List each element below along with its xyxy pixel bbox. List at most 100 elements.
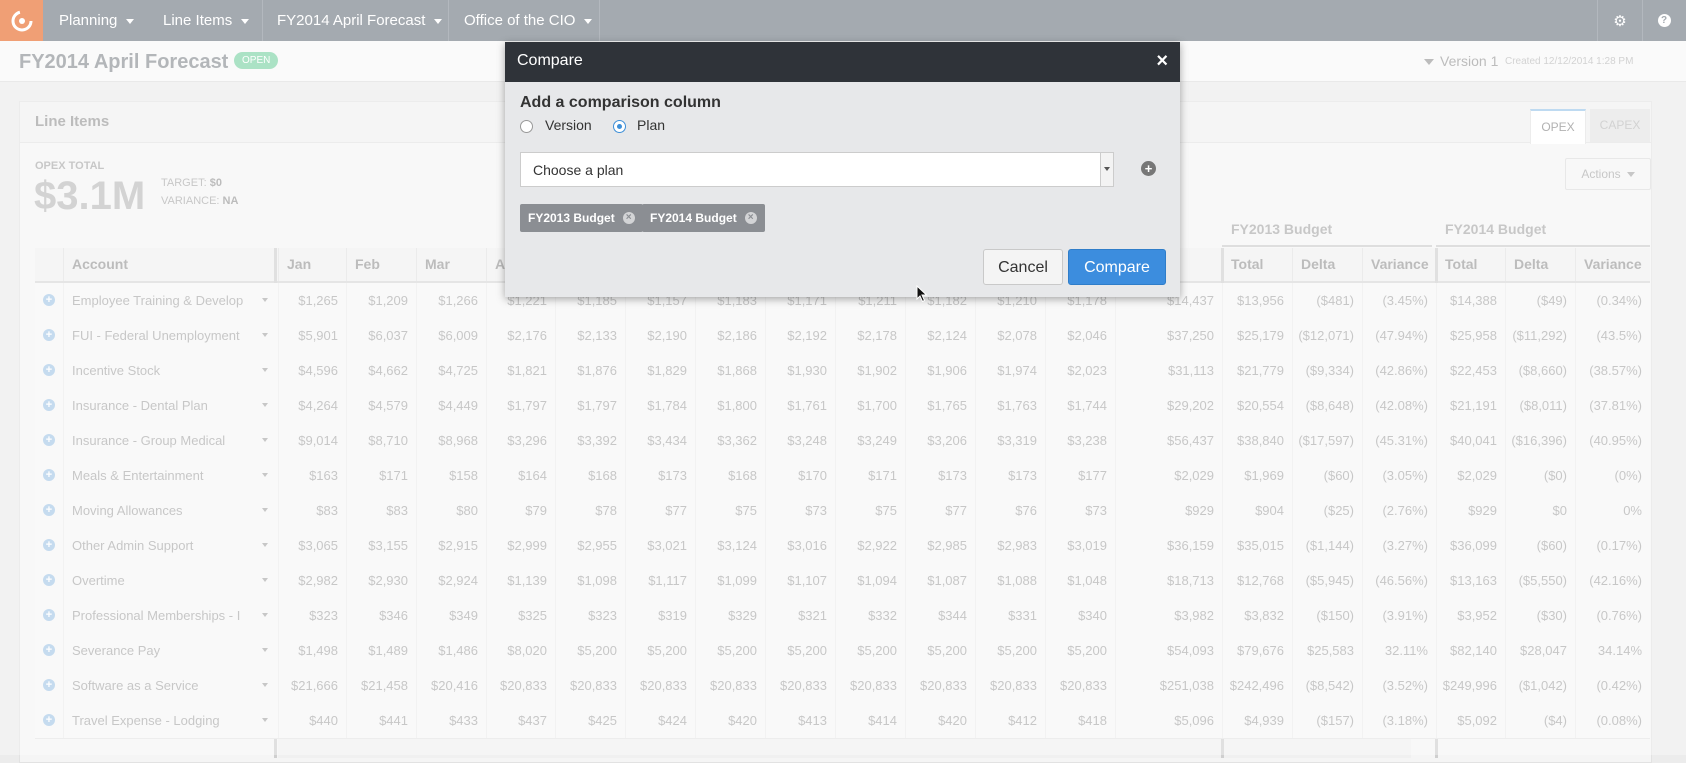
column-header[interactable]: Jan bbox=[278, 248, 346, 281]
expand-row-icon[interactable]: + bbox=[43, 469, 55, 481]
value-cell[interactable]: $349 bbox=[416, 598, 486, 633]
value-cell[interactable]: $1,797 bbox=[555, 388, 625, 423]
nav-planning[interactable]: Planning bbox=[59, 0, 135, 41]
value-cell[interactable]: $2,133 bbox=[555, 318, 625, 353]
expand-row-icon[interactable]: + bbox=[43, 434, 55, 446]
value-cell[interactable]: $2,023 bbox=[1045, 353, 1115, 388]
value-cell[interactable]: $2,124 bbox=[905, 318, 975, 353]
column-header[interactable]: Variance bbox=[1575, 248, 1650, 281]
value-cell[interactable]: $1,876 bbox=[555, 353, 625, 388]
value-cell[interactable]: $3,065 bbox=[278, 528, 346, 563]
value-cell[interactable]: $1,486 bbox=[416, 633, 486, 668]
value-cell[interactable]: $4,596 bbox=[278, 353, 346, 388]
value-cell[interactable]: $344 bbox=[905, 598, 975, 633]
plan-select[interactable]: Choose a plan bbox=[520, 152, 1114, 187]
value-cell[interactable]: $1,906 bbox=[905, 353, 975, 388]
value-cell[interactable]: $20,833 bbox=[975, 668, 1045, 703]
value-cell[interactable]: $5,200 bbox=[1045, 633, 1115, 668]
remove-chip-icon[interactable]: × bbox=[744, 212, 757, 224]
expand-row-icon[interactable]: + bbox=[43, 714, 55, 726]
column-header[interactable]: Variance bbox=[1362, 248, 1436, 281]
table-row[interactable]: + FUI - Federal Unemployment $5,901 $6,037 $… bbox=[35, 318, 1650, 354]
value-cell[interactable]: $2,176 bbox=[486, 318, 555, 353]
value-cell[interactable]: $3,319 bbox=[975, 423, 1045, 458]
value-cell[interactable]: $1,489 bbox=[346, 633, 416, 668]
expand-row-icon[interactable]: + bbox=[43, 504, 55, 516]
value-cell[interactable]: $9,014 bbox=[278, 423, 346, 458]
value-cell[interactable]: $3,392 bbox=[555, 423, 625, 458]
value-cell[interactable]: $5,200 bbox=[695, 633, 765, 668]
value-cell[interactable]: $1,266 bbox=[416, 283, 486, 318]
expand-row-icon[interactable]: + bbox=[43, 364, 55, 376]
value-cell[interactable]: $4,725 bbox=[416, 353, 486, 388]
account-cell[interactable]: Incentive Stock bbox=[63, 353, 278, 388]
value-cell[interactable]: $5,200 bbox=[975, 633, 1045, 668]
value-cell[interactable]: $3,362 bbox=[695, 423, 765, 458]
value-cell[interactable]: $177 bbox=[1045, 458, 1115, 493]
column-header[interactable]: Total bbox=[1222, 248, 1292, 281]
value-cell[interactable]: $76 bbox=[975, 493, 1045, 528]
account-cell[interactable]: Other Admin Support bbox=[63, 528, 278, 563]
gear-icon[interactable]: ⚙ bbox=[1598, 0, 1642, 41]
value-cell[interactable]: $83 bbox=[346, 493, 416, 528]
value-cell[interactable]: $5,200 bbox=[835, 633, 905, 668]
value-cell[interactable]: $418 bbox=[1045, 703, 1115, 738]
value-cell[interactable]: $20,416 bbox=[416, 668, 486, 703]
value-cell[interactable]: $3,249 bbox=[835, 423, 905, 458]
expand-row-icon[interactable]: + bbox=[43, 539, 55, 551]
value-cell[interactable]: $433 bbox=[416, 703, 486, 738]
value-cell[interactable]: $2,930 bbox=[346, 563, 416, 598]
value-cell[interactable]: $5,901 bbox=[278, 318, 346, 353]
value-cell[interactable]: $425 bbox=[555, 703, 625, 738]
value-cell[interactable]: $20,833 bbox=[765, 668, 835, 703]
table-row[interactable]: + Travel Expense - Lodging $440 $441 $433 $43… bbox=[35, 703, 1650, 739]
value-cell[interactable]: $1,974 bbox=[975, 353, 1045, 388]
tab-capex[interactable]: CAPEX bbox=[1590, 109, 1650, 142]
column-header[interactable]: Delta bbox=[1505, 248, 1575, 281]
value-cell[interactable]: $83 bbox=[278, 493, 346, 528]
value-cell[interactable]: $5,200 bbox=[905, 633, 975, 668]
value-cell[interactable]: $1,800 bbox=[695, 388, 765, 423]
value-cell[interactable]: $2,922 bbox=[835, 528, 905, 563]
value-cell[interactable]: $8,710 bbox=[346, 423, 416, 458]
value-cell[interactable]: $8,020 bbox=[486, 633, 555, 668]
compare-button[interactable]: Compare bbox=[1068, 249, 1166, 285]
value-cell[interactable]: $20,833 bbox=[695, 668, 765, 703]
value-cell[interactable]: $424 bbox=[625, 703, 695, 738]
value-cell[interactable]: $1,765 bbox=[905, 388, 975, 423]
value-cell[interactable]: $437 bbox=[486, 703, 555, 738]
value-cell[interactable]: $321 bbox=[765, 598, 835, 633]
value-cell[interactable]: $2,955 bbox=[555, 528, 625, 563]
value-cell[interactable]: $4,449 bbox=[416, 388, 486, 423]
value-cell[interactable]: $2,915 bbox=[416, 528, 486, 563]
value-cell[interactable]: $413 bbox=[765, 703, 835, 738]
app-logo[interactable] bbox=[0, 0, 43, 41]
value-cell[interactable]: $1,784 bbox=[625, 388, 695, 423]
value-cell[interactable]: $3,124 bbox=[695, 528, 765, 563]
chevron-down-icon[interactable] bbox=[262, 683, 268, 687]
value-cell[interactable]: $440 bbox=[278, 703, 346, 738]
value-cell[interactable]: $323 bbox=[555, 598, 625, 633]
value-cell[interactable]: $3,019 bbox=[1045, 528, 1115, 563]
value-cell[interactable]: $2,178 bbox=[835, 318, 905, 353]
chevron-down-icon[interactable] bbox=[262, 613, 268, 617]
tab-opex[interactable]: OPEX bbox=[1530, 109, 1586, 144]
expand-row-icon[interactable]: + bbox=[43, 294, 55, 306]
value-cell[interactable]: $168 bbox=[695, 458, 765, 493]
chevron-down-icon[interactable] bbox=[262, 578, 268, 582]
column-header[interactable]: Feb bbox=[346, 248, 416, 281]
value-cell[interactable]: $1,094 bbox=[835, 563, 905, 598]
account-cell[interactable]: Moving Allowances bbox=[63, 493, 278, 528]
value-cell[interactable]: $158 bbox=[416, 458, 486, 493]
value-cell[interactable]: $3,434 bbox=[625, 423, 695, 458]
value-cell[interactable]: $1,098 bbox=[555, 563, 625, 598]
account-cell[interactable]: Professional Memberships - I bbox=[63, 598, 278, 633]
value-cell[interactable]: $3,296 bbox=[486, 423, 555, 458]
chevron-down-icon[interactable] bbox=[262, 333, 268, 337]
value-cell[interactable]: $1,700 bbox=[835, 388, 905, 423]
account-cell[interactable]: FUI - Federal Unemployment bbox=[63, 318, 278, 353]
value-cell[interactable]: $340 bbox=[1045, 598, 1115, 633]
cancel-button[interactable]: Cancel bbox=[983, 249, 1063, 285]
account-cell[interactable]: Meals & Entertainment bbox=[63, 458, 278, 493]
column-header[interactable]: Mar bbox=[416, 248, 486, 281]
